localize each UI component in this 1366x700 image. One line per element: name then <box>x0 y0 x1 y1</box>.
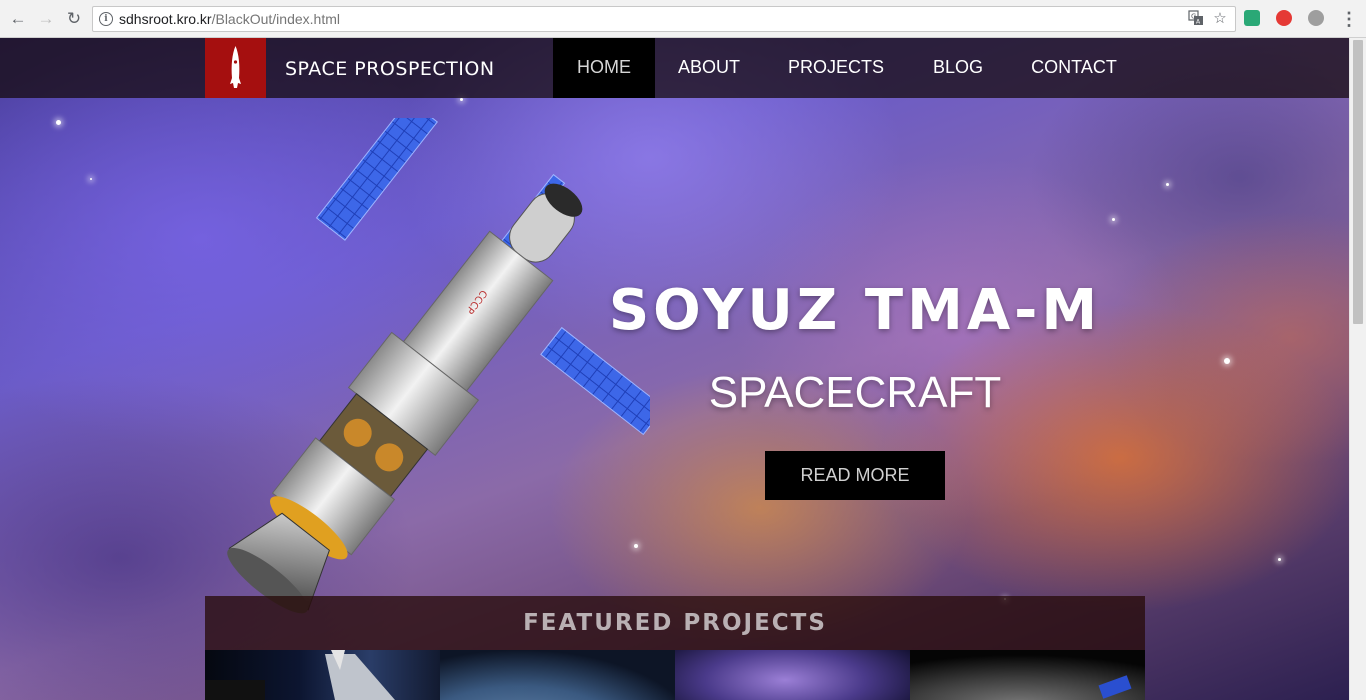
nav-home[interactable]: HOME <box>553 38 655 98</box>
reload-icon[interactable]: ↻ <box>64 9 84 29</box>
site-header: SPACE PROSPECTION HOME ABOUT PROJECTS BL… <box>0 38 1349 98</box>
url-text[interactable]: sdhsroot.kro.kr/BlackOut/index.html <box>119 11 340 27</box>
menu-dots-icon[interactable]: ⋮ <box>1340 8 1358 30</box>
extension-icon-cloud[interactable] <box>1308 10 1324 26</box>
back-arrow-icon[interactable]: ← <box>8 9 28 29</box>
read-more-button[interactable]: READ MORE <box>765 451 945 500</box>
site-brand[interactable]: SPACE PROSPECTION <box>285 58 495 80</box>
browser-toolbar: ← → ↻ i sdhsroot.kro.kr/BlackOut/index.h… <box>0 0 1366 38</box>
scrollbar-thumb[interactable] <box>1353 40 1363 324</box>
forward-arrow-icon[interactable]: → <box>36 9 56 29</box>
star <box>1224 358 1230 364</box>
star <box>1166 183 1169 186</box>
star <box>460 98 463 101</box>
nav-projects[interactable]: PROJECTS <box>774 38 898 98</box>
project-thumbnail[interactable] <box>205 650 440 700</box>
extension-icon-santa[interactable] <box>1276 10 1292 26</box>
url-host: sdhsroot.kro.kr <box>119 11 212 27</box>
nav-contact[interactable]: CONTACT <box>1018 38 1130 98</box>
extension-icon-green[interactable] <box>1244 10 1260 26</box>
nav-blog[interactable]: BLOG <box>918 38 998 98</box>
star <box>1112 218 1115 221</box>
star <box>90 178 92 180</box>
star <box>1278 558 1281 561</box>
featured-projects-bar: FEATURED PROJECTS <box>205 596 1145 650</box>
page-viewport: CCCP SPACE PROSPECTION HOME ABOUT PROJEC… <box>0 38 1349 700</box>
hero-title: SOYUZ TMA-M <box>608 278 1102 343</box>
page-scrollbar[interactable] <box>1349 38 1366 700</box>
rocket-logo-icon[interactable] <box>205 38 266 98</box>
info-icon[interactable]: i <box>99 12 113 26</box>
featured-projects-title: FEATURED PROJECTS <box>523 610 827 636</box>
project-thumbnail[interactable] <box>910 650 1145 700</box>
project-thumbnail[interactable] <box>675 650 910 700</box>
project-thumbnail[interactable] <box>440 650 675 700</box>
translate-icon[interactable]: GA <box>1187 10 1205 28</box>
url-path: /BlackOut/index.html <box>211 11 340 27</box>
address-bar[interactable]: i sdhsroot.kro.kr/BlackOut/index.html GA… <box>92 6 1236 32</box>
bookmark-star-icon[interactable]: ☆ <box>1211 10 1229 28</box>
hero-subtitle: SPACECRAFT <box>708 368 1002 417</box>
nav-about[interactable]: ABOUT <box>664 38 754 98</box>
star <box>56 120 61 125</box>
